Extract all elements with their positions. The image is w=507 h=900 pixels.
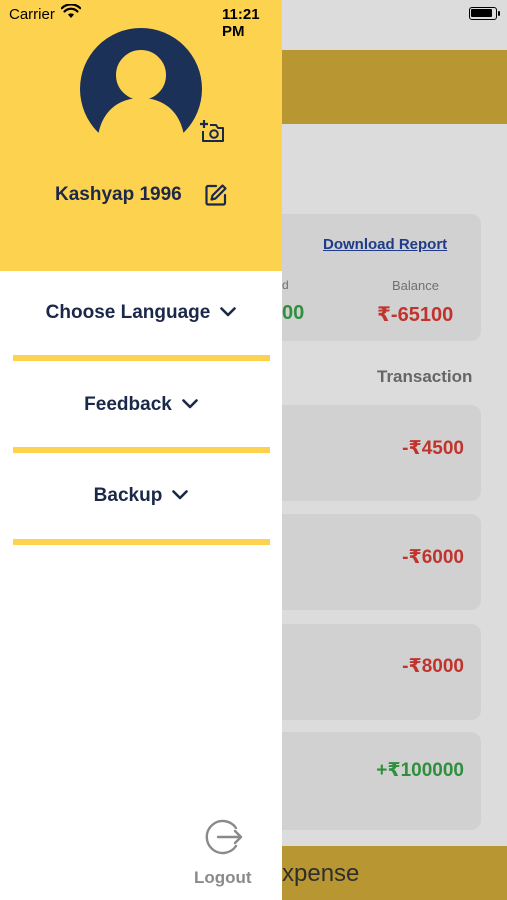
menu-item-label: Feedback: [84, 394, 172, 415]
transaction-heading: Transaction: [377, 367, 473, 386]
battery-icon: [469, 7, 500, 20]
logout-label[interactable]: Logout: [194, 868, 252, 888]
wifi-icon: [60, 3, 82, 25]
menu-item-label: Backup: [93, 485, 163, 506]
transaction-card[interactable]: -₹6000: [256, 514, 481, 610]
add-expense-label: xpense: [282, 860, 360, 887]
transaction-amount: -₹8000: [402, 656, 464, 677]
transaction-amount: +₹100000: [376, 760, 464, 781]
summary-partial-value: 00: [282, 302, 305, 324]
menu-item-feedback[interactable]: Feedback: [0, 380, 282, 430]
menu-item-label: Choose Language: [45, 302, 211, 323]
download-report-link[interactable]: Download Report: [323, 236, 447, 253]
menu-divider: [13, 355, 270, 361]
carrier-label: Carrier: [9, 6, 55, 23]
transaction-amount: -₹6000: [402, 547, 464, 568]
edit-icon[interactable]: [204, 183, 228, 212]
balance-value: ₹-65100: [377, 304, 454, 326]
menu-divider: [13, 539, 270, 545]
menu-item-backup[interactable]: Backup: [0, 471, 282, 521]
transaction-card[interactable]: +₹100000: [256, 732, 481, 830]
status-time: 11:21 PM: [222, 6, 260, 40]
drawer-profile-header: Carrier 11:21 PM Kashyap 1996: [0, 0, 282, 271]
logout-icon[interactable]: [205, 817, 245, 862]
summary-partial-label: d: [282, 278, 289, 292]
menu-divider: [13, 447, 270, 453]
balance-label: Balance: [392, 278, 439, 293]
chevron-down-icon: [220, 304, 237, 322]
chevron-down-icon: [182, 396, 198, 414]
menu-item-choose-language[interactable]: Choose Language: [0, 288, 282, 338]
transaction-card[interactable]: -₹4500: [256, 405, 481, 501]
avatar[interactable]: [80, 28, 202, 154]
profile-username: Kashyap 1996: [55, 184, 182, 205]
side-drawer: Carrier 11:21 PM Kashyap 1996 Choose Lan…: [0, 0, 282, 900]
transaction-card[interactable]: -₹8000: [256, 624, 481, 720]
chevron-down-icon: [172, 487, 189, 505]
transaction-amount: -₹4500: [402, 438, 464, 459]
add-photo-camera-icon[interactable]: [198, 118, 226, 149]
